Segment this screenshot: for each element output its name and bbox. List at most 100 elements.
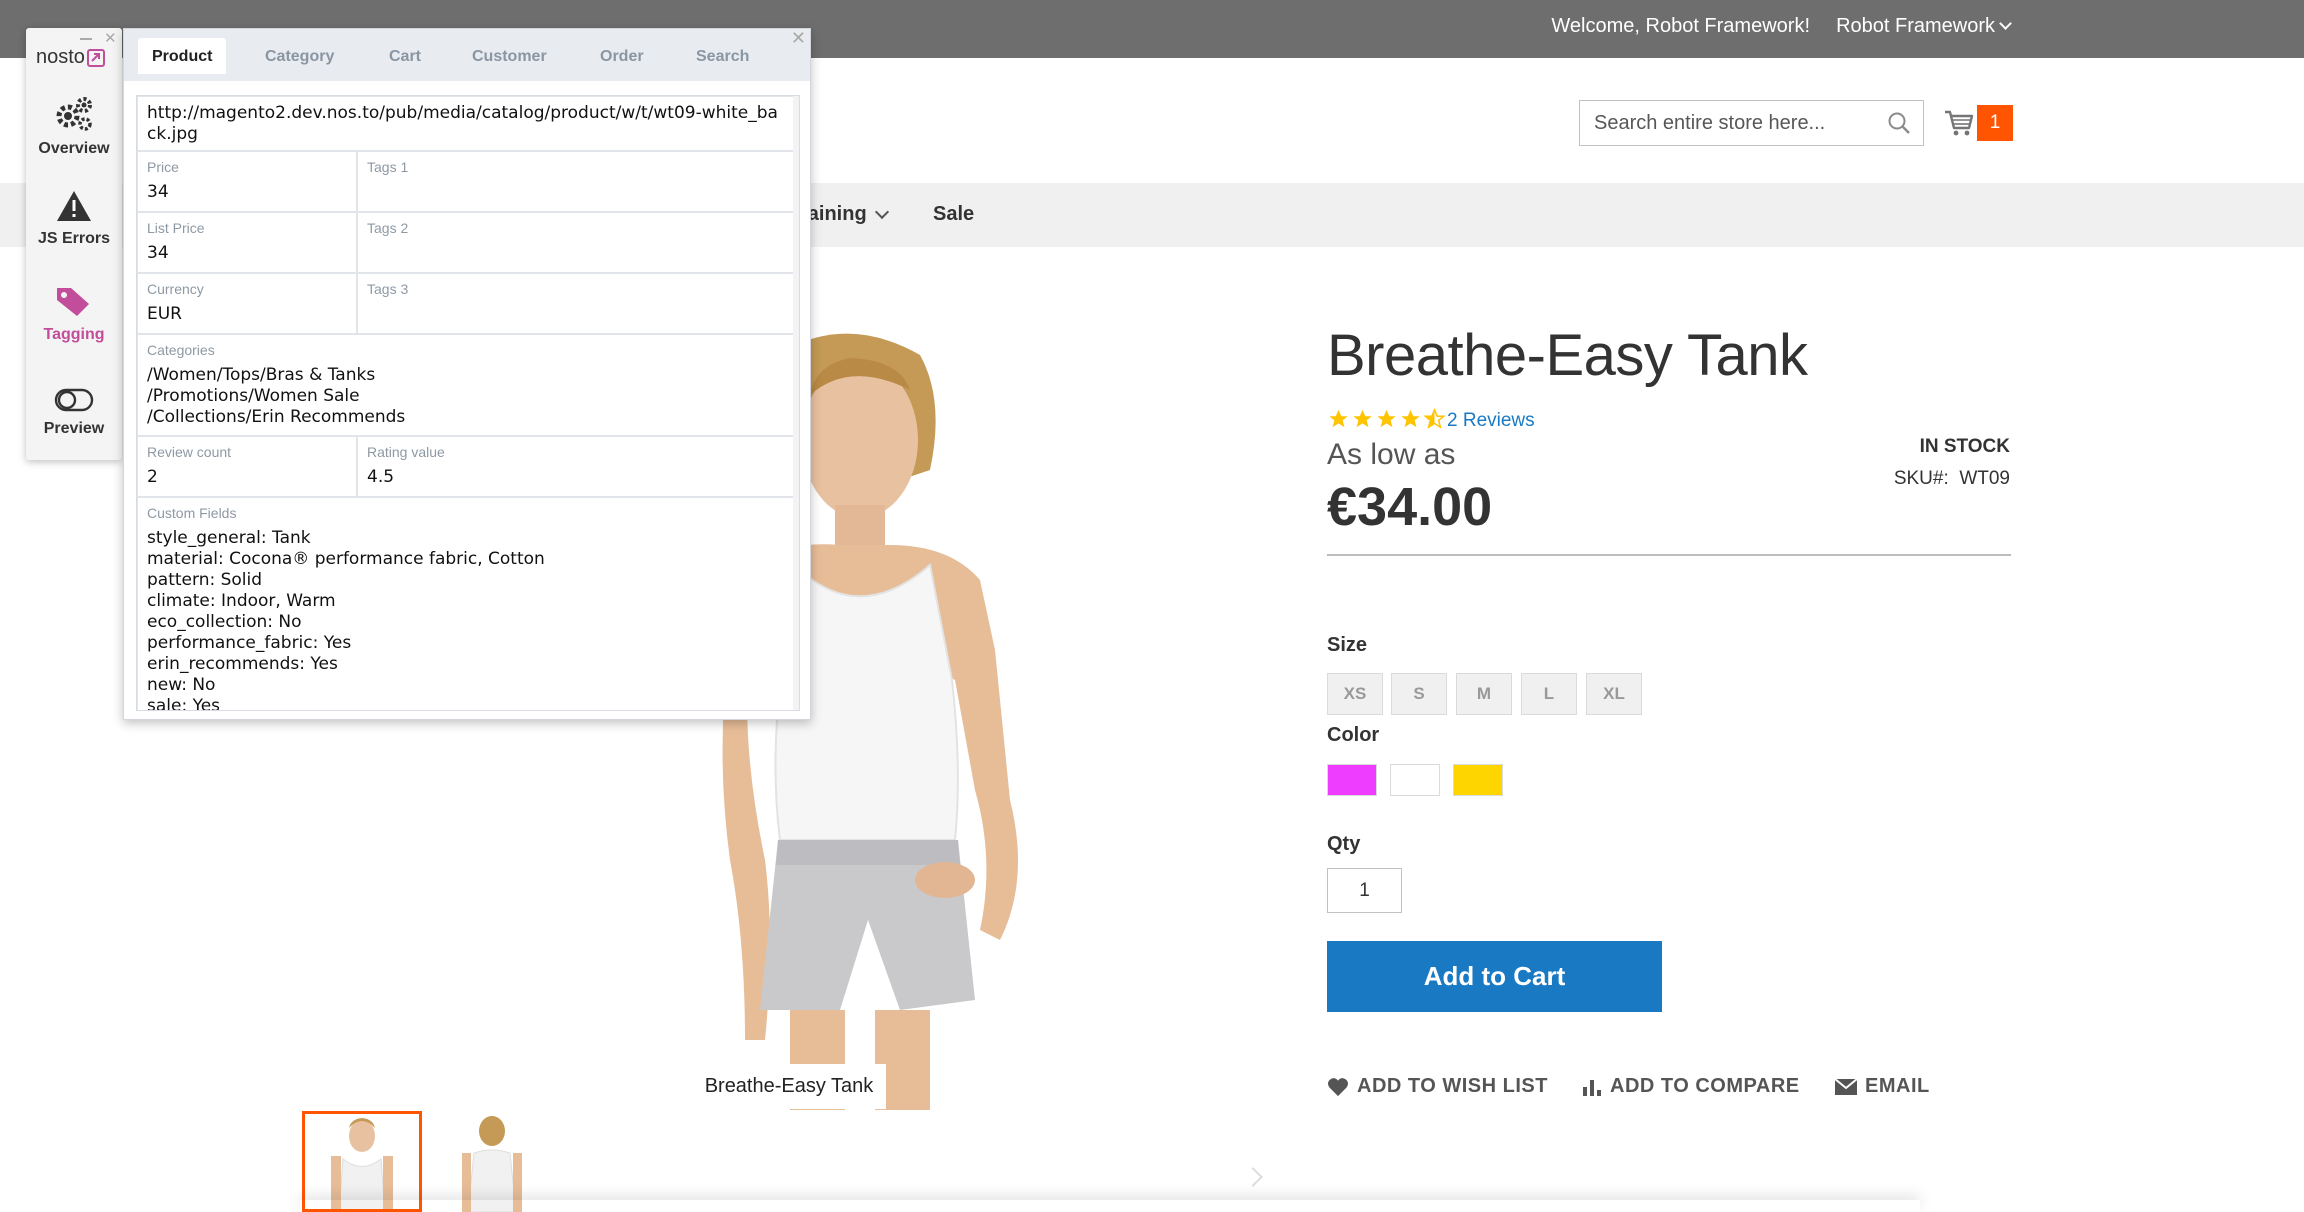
tab-product[interactable]: Product (138, 38, 227, 74)
panel-body: http://magento2.dev.nos.to/pub/media/cat… (136, 95, 800, 711)
review-count-field: Review count 2 (137, 436, 357, 497)
size-option-xl[interactable]: XL (1586, 673, 1642, 715)
chevron-down-icon (874, 204, 889, 219)
nosto-logo-icon (86, 48, 105, 67)
add-to-compare-link[interactable]: ADD TO COMPARE (1582, 1075, 1800, 1098)
sku: SKU#: WT09 (1894, 468, 2010, 490)
email-link[interactable]: EMAIL (1835, 1075, 1930, 1098)
size-label: Size (1327, 634, 1368, 656)
tab-category[interactable]: Category (265, 48, 334, 66)
star-icon (1377, 409, 1396, 428)
toolbar-js-errors-label: JS Errors (37, 230, 111, 247)
list-price-field: List Price 34 (137, 212, 357, 273)
rating-stars (1327, 408, 1446, 430)
size-option-xs[interactable]: XS (1327, 673, 1383, 715)
account-menu[interactable]: Robot Framework (1836, 15, 2012, 38)
color-option-yellow[interactable] (1453, 764, 1503, 796)
nosto-logo-text: nosto (36, 46, 85, 68)
qty-input[interactable] (1327, 868, 1402, 913)
add-to-wishlist-link[interactable]: ADD TO WISH LIST (1327, 1075, 1548, 1098)
tab-search[interactable]: Search (696, 48, 749, 66)
nosto-logo: nosto (36, 46, 105, 69)
list-price-field-label: List Price (147, 220, 205, 236)
toolbar-overview[interactable]: Overview (26, 96, 122, 158)
nav-item-sale[interactable]: Sale (933, 203, 974, 226)
currency-field: Currency EUR (137, 273, 357, 334)
page: Welcome, Robot Framework! Robot Framewor… (0, 0, 2304, 1212)
size-option-s[interactable]: S (1391, 673, 1447, 715)
categories-field-value: /Women/Tops/Bras & Tanks /Promotions/Wom… (147, 365, 406, 427)
toolbar-tagging[interactable]: Tagging (26, 286, 122, 344)
add-to-cart-button[interactable]: Add to Cart (1327, 941, 1662, 1012)
categories-field: Categories /Women/Tops/Bras & Tanks /Pro… (137, 334, 795, 436)
custom-fields-field: Custom Fields style_general: Tank materi… (137, 497, 795, 711)
cart-icon (1945, 110, 1974, 136)
bar-chart-icon (1583, 1079, 1601, 1096)
sku-value: WT09 (1959, 468, 2010, 489)
color-option-pink[interactable] (1327, 764, 1377, 796)
tags3-field: Tags 3 (357, 273, 795, 334)
tags1-field: Tags 1 (357, 151, 795, 212)
nav-item-label: Sale (933, 203, 975, 225)
price-prefix: As low as (1327, 438, 1456, 471)
cart-count-badge: 1 (1977, 105, 2013, 141)
tags1-field-label: Tags 1 (367, 159, 409, 175)
divider (1327, 554, 2011, 556)
gallery-thumbnail[interactable] (432, 1111, 552, 1212)
categories-field-label: Categories (147, 342, 215, 358)
chevron-down-icon (1999, 17, 2012, 30)
image-url-value: http://magento2.dev.nos.to/pub/media/cat… (147, 103, 778, 144)
email-label: EMAIL (1865, 1075, 1930, 1097)
color-option-white[interactable] (1390, 764, 1440, 796)
half-star-icon (1423, 408, 1446, 429)
toolbar-overview-label: Overview (38, 140, 110, 157)
list-price-field-value: 34 (147, 243, 169, 263)
panel-scrollbar[interactable] (793, 96, 799, 710)
rating-value-field-value: 4.5 (367, 467, 395, 487)
gears-icon (56, 97, 92, 131)
compare-label: ADD TO COMPARE (1610, 1075, 1800, 1097)
image-url-field: http://magento2.dev.nos.to/pub/media/cat… (137, 96, 795, 151)
gallery-thumbnail[interactable] (302, 1111, 422, 1212)
stock-status: IN STOCK (1919, 436, 2010, 457)
color-label: Color (1327, 724, 1380, 746)
welcome-message: Welcome, Robot Framework! (1551, 15, 1810, 37)
size-option-m[interactable]: M (1456, 673, 1512, 715)
tags2-field: Tags 2 (357, 212, 795, 273)
search-icon[interactable] (1885, 109, 1913, 137)
price-field-value: 34 (147, 182, 169, 202)
gallery-next-arrow[interactable] (1243, 1167, 1263, 1187)
star-icon (1353, 409, 1372, 428)
currency-field-value: EUR (147, 304, 182, 324)
close-icon[interactable]: ✕ (791, 28, 806, 49)
size-option-l[interactable]: L (1521, 673, 1577, 715)
account-name: Robot Framework (1836, 15, 1995, 37)
toolbar-js-errors[interactable]: JS Errors (26, 190, 122, 248)
tab-cart[interactable]: Cart (389, 48, 421, 66)
tab-order[interactable]: Order (600, 48, 644, 66)
custom-fields-label: Custom Fields (147, 505, 237, 521)
toolbar-preview[interactable]: Preview (26, 388, 122, 438)
currency-field-label: Currency (147, 281, 204, 297)
envelope-icon (1835, 1078, 1857, 1095)
close-icon[interactable]: ✕ (104, 29, 117, 47)
nav-item-training[interactable]: raining (800, 203, 889, 226)
gallery-shadow (300, 1200, 1920, 1212)
search-input[interactable] (1580, 101, 1870, 145)
wishlist-label: ADD TO WISH LIST (1357, 1075, 1548, 1097)
heart-icon (1328, 1077, 1348, 1096)
star-icon (1329, 409, 1348, 428)
minicart[interactable]: 1 (1943, 103, 2013, 143)
panel-tabs: Product Category Cart Customer Order Sea… (124, 29, 810, 81)
tags-icon (57, 288, 89, 316)
reviews-link[interactable]: 2 Reviews (1447, 410, 1535, 432)
star-icon (1401, 409, 1420, 428)
minimize-icon[interactable] (80, 38, 92, 40)
rating-value-field-label: Rating value (367, 444, 445, 460)
product-price: €34.00 (1327, 477, 1493, 537)
tab-customer[interactable]: Customer (472, 48, 547, 66)
sku-label: SKU#: (1893, 468, 1949, 489)
custom-fields-value: style_general: Tank material: Cocona® pe… (147, 528, 545, 711)
image-caption: Breathe-Easy Tank (692, 1064, 886, 1109)
toggle-icon (54, 388, 94, 412)
